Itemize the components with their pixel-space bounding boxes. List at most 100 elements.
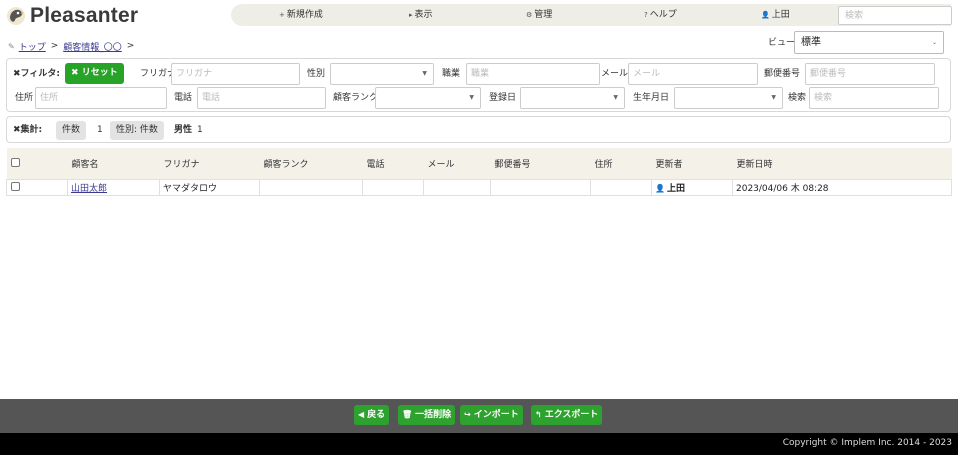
table-row[interactable]: 山田太郎 ヤマダタロウ 👤 上田 2023/04/06 木 08:28: [6, 178, 952, 196]
gender-label: 性別: [307, 69, 326, 79]
column-header[interactable]: 更新者: [651, 148, 733, 179]
view-label: ビュー: [768, 38, 796, 48]
mail-label: メール: [601, 69, 629, 79]
export-arrow-icon: ↰: [535, 410, 542, 419]
table-header-row: 顧客名 フリガナ 顧客ランク 電話 メール 郵便番号 住所 更新者 更新日時: [6, 148, 952, 179]
menu-view[interactable]: ▸ 表示: [409, 4, 433, 26]
breadcrumb-top[interactable]: トップ: [19, 40, 46, 53]
dropdown-arrow-icon: ▼: [422, 70, 427, 77]
rank-label: 顧客ランク: [333, 93, 379, 103]
breadcrumb-separator: >: [126, 41, 135, 51]
caret-right-icon: ▸: [409, 11, 413, 19]
cell-rank: [259, 178, 363, 196]
column-header[interactable]: 住所: [590, 148, 652, 179]
birthday-label: 生年月日: [633, 93, 670, 103]
back-button[interactable]: ◀ 戻る: [354, 405, 390, 425]
mail-filter-input[interactable]: メール: [628, 63, 758, 85]
dropdown-arrow-icon: ▼: [613, 94, 618, 101]
view-select[interactable]: 標準 ⌄: [794, 31, 944, 54]
job-filter-input[interactable]: 職業: [466, 63, 600, 85]
record-link[interactable]: 山田太郎: [71, 184, 107, 194]
user-icon: 👤: [761, 11, 770, 19]
cell-updater: 👤 上田: [651, 178, 733, 196]
gear-icon: ⚙: [526, 11, 533, 19]
phone-filter-input[interactable]: 電話: [197, 87, 326, 109]
menu-new[interactable]: + 新規作成: [279, 4, 323, 26]
action-bar: ◀ 戻る 🗑 一括削除 ↪ インポート ↰ エクスポート: [0, 399, 958, 433]
search-label: 検索: [788, 93, 807, 103]
postal-filter-input[interactable]: 郵便番号: [805, 63, 935, 85]
column-header[interactable]: フリガナ: [159, 148, 260, 179]
cell-name: 山田太郎: [67, 178, 160, 196]
pencil-icon: ✎: [8, 41, 15, 51]
registered-label: 登録日: [489, 93, 517, 103]
app-title: Pleasanter: [30, 4, 139, 27]
breadcrumb-separator: >: [50, 41, 59, 51]
dropdown-arrow-icon: ▼: [469, 94, 474, 101]
breadcrumb-site[interactable]: 顧客情報_〇〇: [63, 40, 122, 53]
row-checkbox[interactable]: [6, 178, 68, 196]
column-header[interactable]: 郵便番号: [490, 148, 591, 179]
group-key: 男性: [174, 125, 193, 135]
aggregation-title[interactable]: ✖集計:: [13, 124, 42, 136]
help-icon: ?: [644, 11, 648, 19]
job-label: 職業: [442, 69, 461, 79]
bulk-delete-button[interactable]: 🗑 一括削除: [398, 405, 456, 425]
filter-title[interactable]: ✖フィルタ:: [13, 68, 60, 80]
pleasanter-logo-icon: [7, 7, 25, 25]
column-header[interactable]: 顧客ランク: [259, 148, 363, 179]
gender-count-chip[interactable]: 性別: 件数: [110, 121, 164, 140]
breadcrumb: ✎ トップ > 顧客情報_〇〇 >: [8, 40, 139, 53]
app-header: Pleasanter + 新規作成 ▸ 表示 ⚙ 管理 ? ヘルプ 👤 上田: [0, 0, 958, 32]
address-label: 住所: [15, 93, 34, 103]
search-filter-input[interactable]: 検索: [809, 87, 939, 109]
import-arrow-icon: ↪: [464, 410, 471, 419]
footer: Copyright © Implem Inc. 2014 - 2023: [0, 433, 958, 455]
cell-address: [590, 178, 652, 196]
gender-filter-select[interactable]: ▼: [330, 63, 434, 85]
cell-postal: [490, 178, 591, 196]
cell-updated-at: 2023/04/06 木 08:28: [732, 178, 952, 196]
back-arrow-icon: ◀: [358, 410, 365, 419]
column-header[interactable]: メール: [423, 148, 491, 179]
view-selected-value: 標準: [801, 37, 821, 48]
collapse-icon: ✖: [13, 125, 21, 135]
checkbox-icon: [10, 158, 20, 168]
close-icon: ✖: [71, 68, 82, 78]
birthday-filter-select[interactable]: ▼: [674, 87, 783, 109]
user-icon: 👤: [655, 183, 665, 193]
column-header[interactable]: 電話: [362, 148, 424, 179]
records-grid: 顧客名 フリガナ 顧客ランク 電話 メール 郵便番号 住所 更新者 更新日時 山…: [6, 148, 952, 196]
address-filter-input[interactable]: 住所: [35, 87, 167, 109]
checkbox-icon: [11, 182, 20, 191]
menu-user[interactable]: 👤 上田: [761, 4, 790, 26]
column-header[interactable]: 更新日時: [732, 148, 952, 179]
group-value: 1: [197, 125, 203, 135]
registered-filter-select[interactable]: ▼: [520, 87, 625, 109]
furigana-filter-input[interactable]: フリガナ: [171, 63, 300, 85]
import-button[interactable]: ↪ インポート: [460, 405, 523, 425]
copyright-text: Copyright © Implem Inc. 2014 - 2023: [782, 438, 952, 448]
collapse-icon: ✖: [13, 69, 21, 79]
aggregation-panel: ✖集計: 件数 1 性別: 件数 男性 1: [6, 116, 951, 143]
cell-furigana: ヤマダタロウ: [159, 178, 260, 196]
chevron-down-icon: ⌄: [931, 39, 937, 46]
dropdown-arrow-icon: ▼: [771, 94, 776, 101]
plus-icon: +: [279, 11, 285, 19]
cell-mail: [423, 178, 491, 196]
rank-filter-select[interactable]: ▼: [375, 87, 481, 109]
phone-label: 電話: [174, 93, 193, 103]
filter-panel: ✖フィルタ: ✖ リセット フリガナ フリガナ 性別 ▼ 職業 職業 メール メ…: [6, 58, 951, 112]
menu-help[interactable]: ? ヘルプ: [644, 4, 677, 26]
count-chip[interactable]: 件数: [56, 121, 87, 140]
export-button[interactable]: ↰ エクスポート: [531, 405, 603, 425]
column-header[interactable]: 顧客名: [67, 148, 160, 179]
logo[interactable]: Pleasanter: [6, 4, 138, 28]
reset-filter-button[interactable]: ✖ リセット: [65, 63, 124, 84]
postal-label: 郵便番号: [764, 69, 801, 79]
cell-phone: [362, 178, 424, 196]
header-search-input[interactable]: [838, 6, 952, 25]
select-all-checkbox[interactable]: [6, 148, 68, 179]
menu-manage[interactable]: ⚙ 管理: [526, 4, 552, 26]
count-value: 1: [97, 125, 103, 135]
